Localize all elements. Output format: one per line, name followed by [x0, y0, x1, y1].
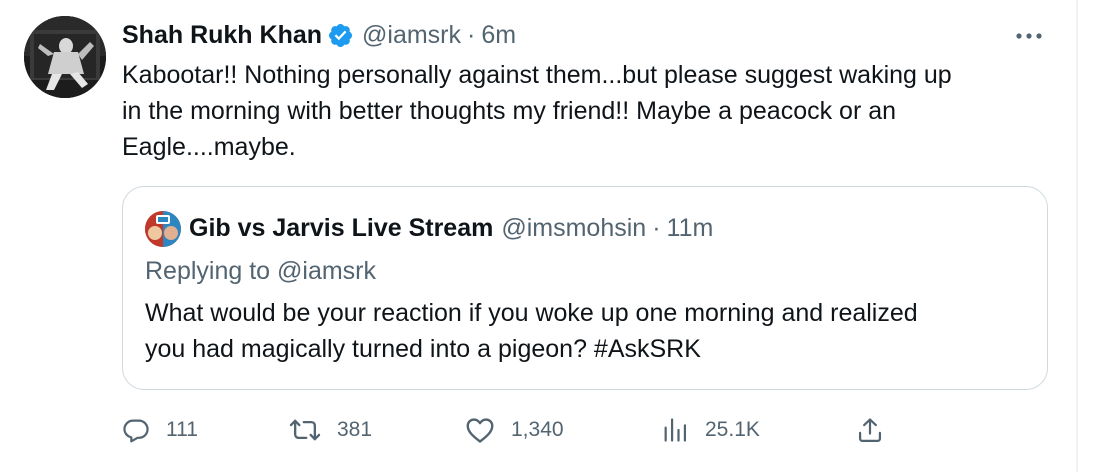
header-separator: ·	[467, 20, 476, 49]
tweet-text-line: Eagle....maybe.	[122, 133, 296, 161]
reply-button[interactable]: 111	[122, 408, 198, 452]
tweet-header: Shah Rukh Khan @iamsrk · 6m	[122, 18, 516, 52]
heart-icon	[465, 416, 495, 444]
views-count: 25.1K	[705, 418, 760, 441]
like-button[interactable]: 1,340	[465, 408, 564, 452]
quoted-text-line: What would be your reaction if you woke …	[145, 299, 918, 327]
repost-count: 381	[337, 418, 373, 441]
replying-to-label[interactable]: Replying to @iamsrk	[145, 253, 376, 289]
repost-button[interactable]: 381	[289, 408, 372, 452]
tweet-timestamp[interactable]: 6m	[481, 21, 516, 50]
quoted-text-line: you had magically turned into a pigeon? …	[145, 335, 701, 363]
quoted-tweet-timestamp[interactable]: 11m	[667, 214, 714, 243]
share-button[interactable]	[856, 408, 884, 452]
views-button[interactable]: 25.1K	[661, 408, 760, 452]
tweet-action-bar: 111 381 1,340 25.1K	[0, 408, 1078, 452]
author-display-name[interactable]: Shah Rukh Khan	[122, 21, 322, 50]
author-handle[interactable]: @iamsrk	[362, 21, 461, 50]
avatar-photo	[24, 16, 106, 98]
quoted-header-separator: ·	[652, 213, 661, 242]
like-count: 1,340	[511, 418, 564, 441]
tweet-text: Kabootar!! Nothing personally against th…	[122, 57, 1052, 165]
verified-badge-icon[interactable]	[327, 22, 354, 49]
quoted-tweet-text: What would be your reaction if you woke …	[145, 295, 918, 367]
quoted-avatar-image	[145, 211, 181, 247]
quoted-tweet[interactable]: Gib vs Jarvis Live Stream @imsmohsin · 1…	[122, 186, 1048, 390]
quoted-tweet-header: Gib vs Jarvis Live Stream @imsmohsin · 1…	[189, 210, 713, 246]
tweet-text-line: Kabootar!! Nothing personally against th…	[122, 61, 952, 89]
quoted-author-avatar[interactable]	[145, 211, 181, 247]
column-divider	[1076, 0, 1078, 472]
views-icon	[661, 416, 689, 444]
quoted-author-handle[interactable]: @imsmohsin	[501, 214, 646, 243]
quoted-author-display-name[interactable]: Gib vs Jarvis Live Stream	[189, 214, 493, 243]
tweet-text-line: in the morning with better thoughts my f…	[122, 97, 897, 125]
reply-count: 111	[166, 418, 198, 441]
author-avatar[interactable]	[24, 16, 106, 98]
tweet[interactable]: Shah Rukh Khan @iamsrk · 6m Kabootar!! N…	[0, 0, 1078, 472]
share-icon	[856, 416, 884, 444]
reply-icon	[122, 416, 150, 444]
repost-icon	[289, 416, 321, 444]
more-options-icon[interactable]	[1012, 22, 1046, 50]
